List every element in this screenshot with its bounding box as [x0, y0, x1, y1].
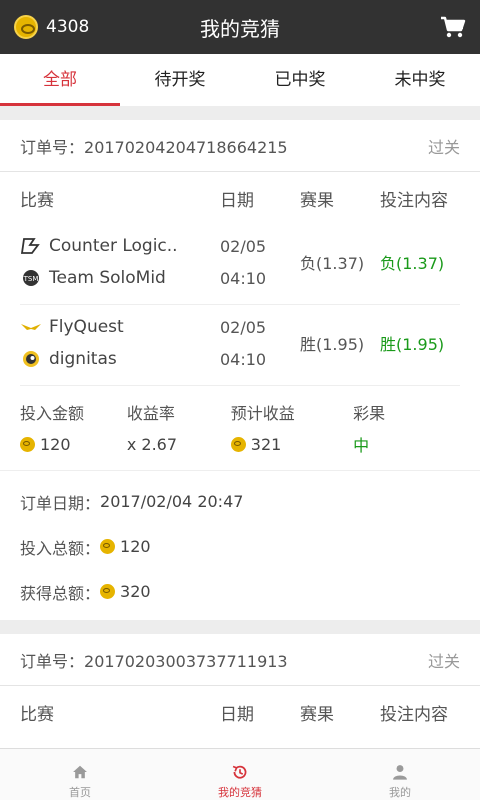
match-row: FlyQuest dignitas 02/05 04:10 胜(1.95) 胜(… [20, 305, 460, 386]
order-card[interactable]: 订单号：20170203003737711913 过关 比赛 日期 赛果 投注内… [0, 634, 480, 748]
order-header: 订单号：20170204204718664215 过关 [0, 120, 480, 172]
rate-value: x 2.67 [126, 434, 178, 454]
team-away: TSM Team SoloMid [20, 262, 220, 294]
total-invest-row: 投入总额： 120 [20, 537, 151, 558]
coin-icon [230, 436, 246, 452]
outcome-value: 中 [353, 436, 370, 455]
nav-profile[interactable]: 我的 [320, 749, 480, 800]
match-datetime: 02/05 04:10 [220, 236, 267, 288]
nav-home[interactable]: 首页 [0, 749, 160, 800]
order-stats: 投入金额 120 收益率 x 2.67 预计收益 321 彩果 中 [0, 386, 480, 470]
dignitas-logo-icon [23, 351, 39, 367]
orders-list[interactable]: 订单号：20170204204718664215 过关 比赛 日期 赛果 投注内… [0, 106, 480, 748]
home-icon [73, 765, 87, 779]
order-number: 订单号：20170204204718664215 [20, 137, 288, 157]
invest-amount: 120 [20, 428, 127, 460]
flyquest-logo-icon [21, 324, 41, 330]
bottom-navigation: 首页 我的竞猜 我的 [0, 748, 480, 800]
tab-pending[interactable]: 待开奖 [120, 54, 240, 106]
outcome-label: 彩果 [353, 404, 386, 423]
bet-choice: 胜(1.95) [380, 335, 445, 354]
column-date: 日期 [220, 190, 254, 211]
coin-icon [20, 436, 35, 452]
team-home: Counter Logic.. [20, 230, 220, 262]
column-result: 赛果 [300, 190, 334, 211]
column-bet: 投注内容 [380, 704, 448, 725]
order-summary: 订单日期： 2017/02/04 20:47 投入总额： 120 获得总额： 320 [0, 470, 480, 620]
match-columns-header: 比赛 日期 赛果 投注内容 [0, 686, 480, 738]
total-gain-row: 获得总额： 320 [20, 582, 151, 603]
match-row: Counter Logic.. TSM Team SoloMid 02/05 0… [20, 224, 460, 305]
column-date: 日期 [220, 704, 254, 725]
column-result: 赛果 [300, 704, 334, 725]
coin-icon [100, 584, 116, 599]
order-type: 过关 [427, 651, 460, 671]
match-result: 胜(1.95) [300, 335, 365, 354]
column-match: 比赛 [20, 704, 54, 725]
nav-my-bets[interactable]: 我的竞猜 [160, 749, 320, 800]
page-title: 我的竞猜 [200, 17, 280, 41]
match-row [20, 738, 460, 748]
counter-logic-logo-icon [20, 238, 40, 254]
order-card[interactable]: 订单号：20170204204718664215 过关 比赛 日期 赛果 投注内… [0, 120, 480, 620]
history-icon [232, 765, 247, 779]
top-bar: 4308 我的竞猜 [0, 0, 480, 54]
tab-lost[interactable]: 未中奖 [360, 54, 480, 106]
coin-icon [100, 539, 116, 554]
column-bet: 投注内容 [380, 190, 448, 211]
user-icon [393, 765, 407, 780]
team-away: dignitas [20, 343, 220, 375]
cart-icon[interactable] [440, 15, 466, 39]
filter-tabs: 全部 待开奖 已中奖 未中奖 [0, 54, 480, 106]
team-solomid-logo-icon: TSM [23, 270, 39, 286]
team-home: FlyQuest [20, 311, 220, 343]
order-date-row: 订单日期： 2017/02/04 20:47 [20, 492, 244, 513]
bet-choice: 负(1.37) [380, 254, 445, 273]
match-columns-header: 比赛 日期 赛果 投注内容 [0, 172, 480, 224]
tab-all[interactable]: 全部 [0, 54, 120, 106]
svg-text:TSM: TSM [23, 275, 39, 283]
expected-label: 预计收益 [230, 404, 295, 423]
order-type: 过关 [427, 137, 460, 157]
rate-label: 收益率 [126, 404, 175, 423]
match-datetime: 02/05 04:10 [220, 317, 267, 369]
invest-label: 投入金额 [20, 404, 85, 423]
order-header: 订单号：20170203003737711913 过关 [0, 634, 480, 686]
tab-won[interactable]: 已中奖 [240, 54, 360, 106]
order-number: 订单号：20170203003737711913 [20, 651, 288, 671]
expected-amount: 321 [230, 428, 353, 460]
match-result: 负(1.37) [300, 254, 365, 273]
column-match: 比赛 [20, 190, 54, 211]
